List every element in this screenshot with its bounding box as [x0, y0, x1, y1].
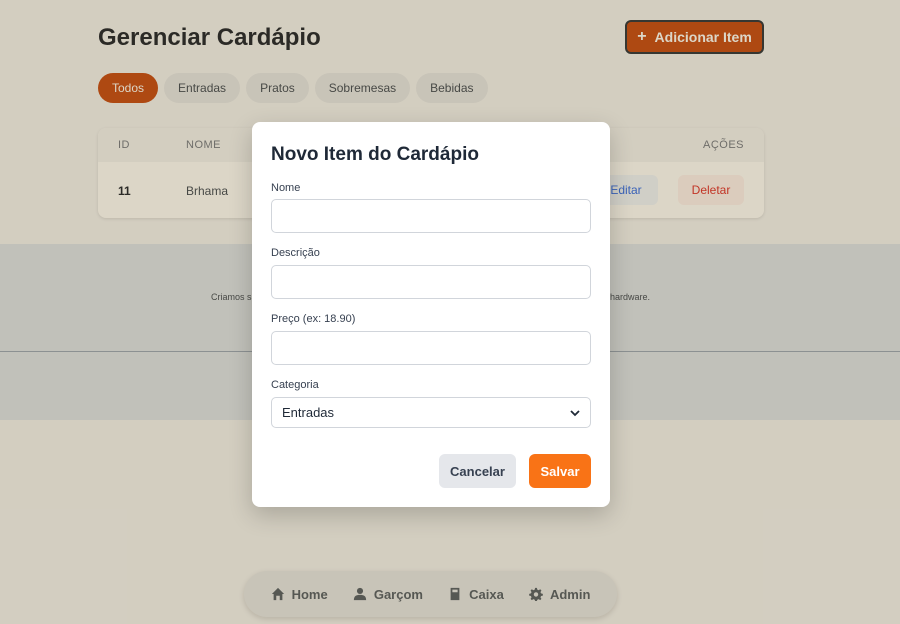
preco-input[interactable]: [271, 331, 591, 365]
save-button[interactable]: Salvar: [529, 454, 591, 488]
modal-title: Novo Item do Cardápio: [271, 144, 479, 165]
new-item-modal: Novo Item do Cardápio Nome Descrição Pre…: [252, 122, 610, 507]
preco-label: Preço (ex: 18.90): [271, 313, 356, 325]
descricao-label: Descrição: [271, 247, 320, 259]
categoria-value: Entradas: [282, 405, 335, 420]
nome-input[interactable]: [271, 199, 591, 233]
categoria-select[interactable]: Entradas: [271, 397, 591, 428]
descricao-input[interactable]: [271, 265, 591, 299]
cancel-button[interactable]: Cancelar: [439, 454, 516, 488]
chevron-down-icon: [570, 409, 580, 416]
categoria-label: Categoria: [271, 379, 319, 391]
nome-label: Nome: [271, 182, 301, 194]
